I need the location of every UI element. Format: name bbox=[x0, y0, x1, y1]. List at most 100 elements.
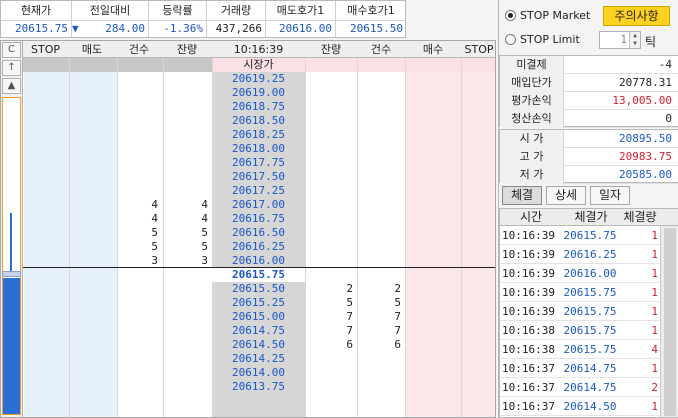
scroll-up-button[interactable]: ▲ bbox=[2, 78, 21, 94]
sell-qty: 4 bbox=[201, 198, 208, 211]
info-label: 평가손익 bbox=[500, 92, 564, 110]
stepper-arrows-icon[interactable]: ▲ ▼ bbox=[629, 32, 640, 48]
info-row: 평가손익 13,005.00 bbox=[500, 92, 678, 110]
stop-limit-radio[interactable] bbox=[505, 34, 516, 45]
sell-row[interactable]: 20618.50 bbox=[23, 114, 495, 128]
trade-list-scrollbar[interactable] bbox=[660, 226, 678, 417]
sell-row[interactable]: 5 5 20616.25 bbox=[23, 240, 495, 254]
buy-row[interactable]: 20614.25 bbox=[23, 352, 495, 366]
sell-qty bbox=[162, 184, 212, 198]
trade-row: 10:16:39 20615.75 1 bbox=[500, 302, 660, 321]
sell-row[interactable]: 20617.50 bbox=[23, 170, 495, 184]
col-buy-stop: STOP bbox=[464, 43, 494, 56]
info-value: -4 bbox=[658, 58, 672, 71]
col-sell-qty: 잔량 bbox=[176, 43, 198, 56]
price-level: 20619.00 bbox=[232, 86, 285, 99]
market-price-row: 시장가 bbox=[23, 58, 495, 72]
sell-row[interactable]: 4 4 20617.00 bbox=[23, 198, 495, 212]
volume-value: 437,266 bbox=[215, 22, 262, 35]
clear-button[interactable]: C bbox=[2, 42, 21, 58]
sell-row[interactable]: 20619.25 bbox=[23, 72, 495, 86]
trade-qty: 1 bbox=[651, 305, 658, 318]
trade-time: 10:16:37 bbox=[502, 362, 555, 375]
current-price-row[interactable]: 20615.75 bbox=[23, 268, 495, 282]
info-value: 20585.00 bbox=[619, 168, 672, 181]
sell-row[interactable]: 20618.25 bbox=[23, 128, 495, 142]
sell-row[interactable]: 4 4 20616.75 bbox=[23, 212, 495, 226]
tick-label: 틱 bbox=[645, 35, 657, 49]
price-level: 20614.50 bbox=[232, 338, 285, 351]
sell-qty bbox=[162, 114, 212, 128]
header-current: 현재가 bbox=[20, 4, 52, 17]
price-level: 20615.25 bbox=[232, 296, 285, 309]
trade-row: 10:16:38 20615.75 1 bbox=[500, 321, 660, 340]
price-level: 20614.75 bbox=[232, 324, 285, 337]
stop-market-radio[interactable] bbox=[505, 10, 516, 21]
buy-row[interactable]: 20615.25 5 5 bbox=[23, 296, 495, 310]
trade-price: 20615.75 bbox=[563, 343, 617, 356]
col-sell-stop: STOP bbox=[31, 43, 60, 56]
tick-stepper[interactable]: 1 ▲ ▼ bbox=[599, 31, 641, 49]
sell-row[interactable]: 3 3 20616.00 bbox=[23, 254, 495, 268]
buy-count bbox=[357, 380, 405, 394]
market-label[interactable]: 시장가 bbox=[212, 58, 305, 72]
trade-qty: 2 bbox=[651, 381, 658, 394]
tab-daily[interactable]: 일자 bbox=[590, 186, 630, 205]
sell-qty bbox=[162, 170, 212, 184]
buy-qty bbox=[305, 352, 357, 366]
buy-qty bbox=[305, 366, 357, 380]
sell-qty: 5 bbox=[201, 240, 208, 253]
trade-time: 10:16:37 bbox=[502, 381, 555, 394]
sell-row[interactable]: 20617.25 bbox=[23, 184, 495, 198]
buy-row[interactable]: 20614.75 7 7 bbox=[23, 324, 495, 338]
buy-qty: 7 bbox=[346, 324, 353, 337]
sell-row[interactable]: 20619.00 bbox=[23, 86, 495, 100]
info-row: 저 가 20585.00 bbox=[500, 166, 678, 184]
trade-time: 10:16:39 bbox=[502, 286, 555, 299]
trade-price: 20615.75 bbox=[563, 286, 617, 299]
sell-count bbox=[116, 184, 162, 198]
scroll-center-button[interactable]: ↑ bbox=[2, 60, 21, 76]
buy-qty: 2 bbox=[346, 282, 353, 295]
scrollbar-thumb[interactable] bbox=[664, 228, 676, 416]
buy-count: 2 bbox=[394, 282, 401, 295]
price-level: 20614.25 bbox=[232, 352, 285, 365]
buy-row[interactable]: 20614.00 bbox=[23, 366, 495, 380]
trade-row: 10:16:37 20614.50 1 bbox=[500, 397, 660, 416]
sell-row[interactable]: 5 5 20616.50 bbox=[23, 226, 495, 240]
sell-row[interactable]: 20618.00 bbox=[23, 142, 495, 156]
trade-price: 20616.25 bbox=[563, 248, 617, 261]
position-table: 미결제 -4 매입단가 20778.31 평가손익 13,005.00 청산손익 0 bbox=[499, 55, 678, 128]
stop-market-label[interactable]: STOP Market bbox=[520, 9, 590, 23]
buy-qty: 5 bbox=[346, 296, 353, 309]
info-row: 고 가 20983.75 bbox=[500, 148, 678, 166]
sell-row[interactable]: 20618.75 bbox=[23, 100, 495, 114]
trade-row: 10:16:39 20616.00 1 bbox=[500, 264, 660, 283]
trade-row: 10:16:39 20616.25 1 bbox=[500, 245, 660, 264]
warning-button[interactable]: 주의사항 bbox=[603, 6, 670, 26]
sell-qty bbox=[162, 72, 212, 86]
col-buy: 매수 bbox=[422, 43, 444, 56]
sell-count bbox=[116, 72, 162, 86]
volume-gauge-marker[interactable] bbox=[2, 271, 21, 277]
sell-row[interactable]: 20617.75 bbox=[23, 156, 495, 170]
header-rate: 등락률 bbox=[162, 4, 193, 17]
info-value: 20778.31 bbox=[619, 76, 672, 89]
tab-detail[interactable]: 상세 bbox=[546, 186, 586, 205]
stop-limit-label[interactable]: STOP Limit bbox=[520, 33, 580, 47]
buy-row[interactable]: 20615.50 2 2 bbox=[23, 282, 495, 296]
price-level: 20617.75 bbox=[232, 156, 285, 169]
buy-count: 7 bbox=[394, 324, 401, 337]
tab-trades[interactable]: 체결 bbox=[502, 186, 542, 205]
trade-price: 20614.50 bbox=[563, 400, 617, 413]
sell-qty bbox=[162, 86, 212, 100]
buy-count: 6 bbox=[394, 338, 401, 351]
price-level: 20613.75 bbox=[232, 380, 285, 393]
trade-qty: 1 bbox=[651, 362, 658, 375]
header-volume: 거래량 bbox=[220, 4, 252, 17]
price-level: 20618.75 bbox=[232, 100, 285, 113]
buy-row[interactable]: 20614.50 6 6 bbox=[23, 338, 495, 352]
buy-row[interactable]: 20615.00 7 7 bbox=[23, 310, 495, 324]
buy-row[interactable]: 20613.75 bbox=[23, 380, 495, 394]
buy-count: 5 bbox=[394, 296, 401, 309]
